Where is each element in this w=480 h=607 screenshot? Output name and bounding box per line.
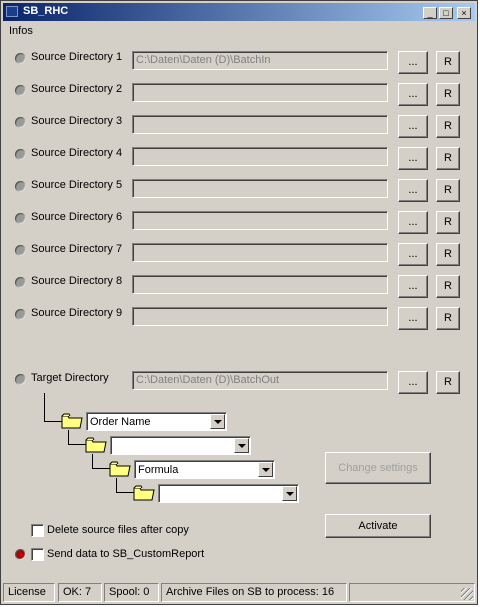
source-reset-button[interactable]: R [436,115,460,138]
source-label: Source Directory 8 [31,275,123,287]
source-path-field[interactable] [132,243,388,262]
chevron-down-icon[interactable] [258,462,273,477]
source-label: Source Directory 7 [31,243,123,255]
source-path-field[interactable]: C:\Daten\Daten (D)\BatchIn [132,51,388,70]
source-status-indicator [15,149,26,160]
title-bar[interactable]: SB_RHC _ □ × [3,3,475,21]
target-status-indicator [15,374,26,385]
source-path-field[interactable] [132,147,388,166]
source-status-indicator [15,117,26,128]
source-browse-button[interactable]: ... [398,147,428,170]
change-settings-button[interactable]: Change settings [325,452,431,484]
source-path-field[interactable] [132,83,388,102]
source-browse-button[interactable]: ... [398,115,428,138]
send-data-label: Send data to SB_CustomReport [47,548,205,560]
source-status-indicator [15,85,26,96]
source-browse-button[interactable]: ... [398,211,428,234]
source-path-field[interactable] [132,307,388,326]
subfolder-level-4-select[interactable] [158,484,299,503]
source-reset-button[interactable]: R [436,275,460,298]
source-label: Source Directory 9 [31,307,123,319]
maximize-button[interactable]: □ [439,7,453,19]
source-path-field[interactable] [132,211,388,230]
source-reset-button[interactable]: R [436,83,460,106]
target-label: Target Directory [31,372,109,384]
delete-source-label: Delete source files after copy [47,524,189,536]
subfolder-level-3-select[interactable]: Formula [134,460,275,479]
source-status-indicator [15,213,26,224]
status-spool: Spool: 0 [104,583,159,602]
source-path-field[interactable] [132,179,388,198]
source-browse-button[interactable]: ... [398,243,428,266]
source-reset-button[interactable]: R [436,147,460,170]
resize-grip-icon[interactable] [461,588,473,600]
target-path-field[interactable]: C:\Daten\Daten (D)\BatchOut [132,371,388,390]
folder-icon [85,437,107,453]
menu-bar: Infos [3,22,475,40]
source-label: Source Directory 6 [31,211,123,223]
source-reset-button[interactable]: R [436,51,460,74]
app-icon [6,6,18,17]
source-path-field[interactable] [132,275,388,294]
folder-icon [61,413,83,429]
window-title: SB_RHC [23,5,69,17]
close-button[interactable]: × [457,7,471,19]
subfolder-level-1-select[interactable]: Order Name [86,412,227,431]
source-path-field[interactable] [132,115,388,134]
source-reset-button[interactable]: R [436,179,460,202]
source-browse-button[interactable]: ... [398,307,428,330]
source-reset-button[interactable]: R [436,307,460,330]
source-status-indicator [15,181,26,192]
source-browse-button[interactable]: ... [398,51,428,74]
activate-button[interactable]: Activate [325,514,431,538]
source-status-indicator [15,245,26,256]
source-label: Source Directory 3 [31,115,123,127]
chevron-down-icon[interactable] [282,486,297,501]
source-status-indicator [15,277,26,288]
tree-connector [116,478,134,493]
send-data-status-indicator [15,549,26,560]
source-browse-button[interactable]: ... [398,179,428,202]
target-reset-button[interactable]: R [436,371,460,394]
status-empty [349,583,475,602]
source-label: Source Directory 2 [31,83,123,95]
folder-icon [133,485,155,501]
source-browse-button[interactable]: ... [398,83,428,106]
source-browse-button[interactable]: ... [398,275,428,298]
status-archive: Archive Files on SB to process: 16 [161,583,347,602]
delete-source-checkbox[interactable] [31,524,44,537]
source-label: Source Directory 4 [31,147,123,159]
tree-connector [68,430,86,445]
source-status-indicator [15,53,26,64]
chevron-down-icon[interactable] [210,414,225,429]
tree-connector [44,393,62,422]
source-status-indicator [15,309,26,320]
folder-icon [109,461,131,477]
subfolder-level-2-select[interactable] [110,436,251,455]
source-reset-button[interactable]: R [436,243,460,266]
source-label: Source Directory 1 [31,51,123,63]
status-license: License [3,583,55,602]
menu-infos[interactable]: Infos [9,25,33,37]
chevron-down-icon[interactable] [234,438,249,453]
status-bar: License OK: 7 Spool: 0 Archive Files on … [3,582,475,602]
tree-connector [92,454,110,469]
source-reset-button[interactable]: R [436,211,460,234]
source-label: Source Directory 5 [31,179,123,191]
send-data-checkbox[interactable] [31,548,44,561]
main-window: SB_RHC _ □ × Infos Source Directory 1 C:\… [0,0,478,605]
minimize-button[interactable]: _ [423,7,437,19]
status-ok: OK: 7 [58,583,102,602]
target-browse-button[interactable]: ... [398,371,428,394]
